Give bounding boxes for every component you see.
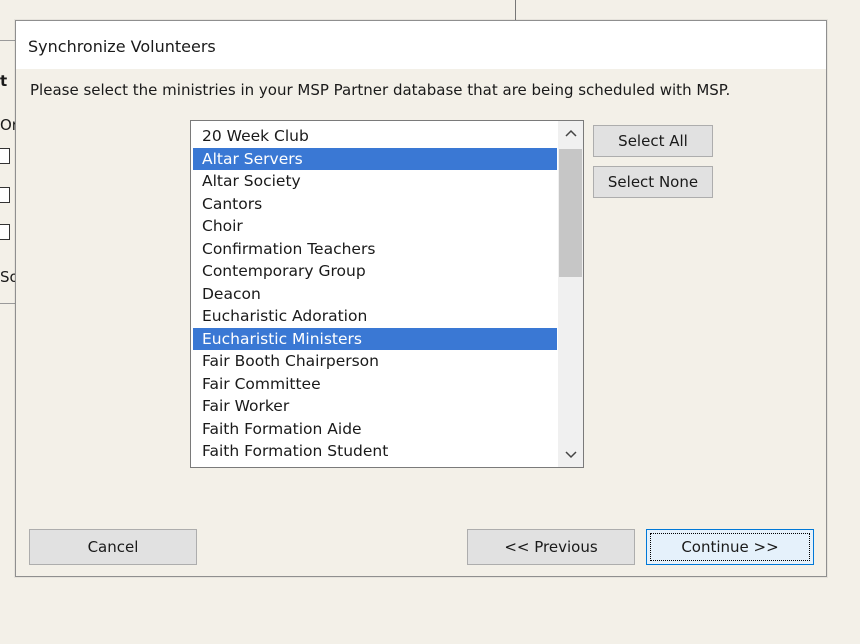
dialog-title: Synchronize Volunteers <box>28 37 216 56</box>
background-checkbox <box>0 187 10 203</box>
instruction-text: Please select the ministries in your MSP… <box>30 81 731 99</box>
previous-button[interactable]: << Previous <box>467 529 635 565</box>
ministry-list-item[interactable]: Fair Committee <box>193 373 557 396</box>
ministry-list-item[interactable]: Altar Society <box>193 170 557 193</box>
ministry-list-item[interactable]: Eucharistic Ministers <box>193 327 557 350</box>
ministry-list-item[interactable]: Contemporary Group <box>193 260 557 283</box>
ministry-list-item[interactable]: Fair Worker <box>193 395 557 418</box>
continue-button[interactable]: Continue >> <box>646 529 814 565</box>
ministry-list-item[interactable]: Faith Formation Aide <box>193 418 557 441</box>
background-text-fragment: t <box>0 72 8 90</box>
ministry-list-item[interactable]: Cantors <box>193 193 557 216</box>
background-checkbox <box>0 148 10 164</box>
ministry-list-item[interactable]: Choir <box>193 215 557 238</box>
ministry-list-item[interactable]: Faith Formation Student <box>193 440 557 463</box>
ministry-list-item[interactable]: Confirmation Teachers <box>193 238 557 261</box>
ministries-listbox[interactable]: 20 Week Club Altar Servers Altar Society Ca… <box>190 120 584 468</box>
ministry-list-item[interactable]: Fair Booth Chairperson <box>193 350 557 373</box>
chevron-down-icon[interactable] <box>558 443 583 467</box>
background-checkbox <box>0 224 10 240</box>
listbox-scrollbar[interactable] <box>558 121 583 467</box>
ministry-list-item[interactable]: Deacon <box>193 283 557 306</box>
ministry-list-item[interactable]: Altar Servers <box>193 147 557 170</box>
dialog-titlebar: Synchronize Volunteers <box>16 21 826 69</box>
synchronize-volunteers-dialog: Synchronize Volunteers Please select the… <box>15 20 827 577</box>
scroll-thumb[interactable] <box>559 149 582 277</box>
background-divider <box>515 0 516 20</box>
focus-ring <box>650 533 810 561</box>
select-all-button[interactable]: Select All <box>593 125 713 157</box>
select-none-button[interactable]: Select None <box>593 166 713 198</box>
ministry-list-item[interactable]: Eucharistic Adoration <box>193 305 557 328</box>
ministry-list-item[interactable]: 20 Week Club <box>193 125 557 148</box>
chevron-up-icon[interactable] <box>558 121 583 145</box>
cancel-button[interactable]: Cancel <box>29 529 197 565</box>
